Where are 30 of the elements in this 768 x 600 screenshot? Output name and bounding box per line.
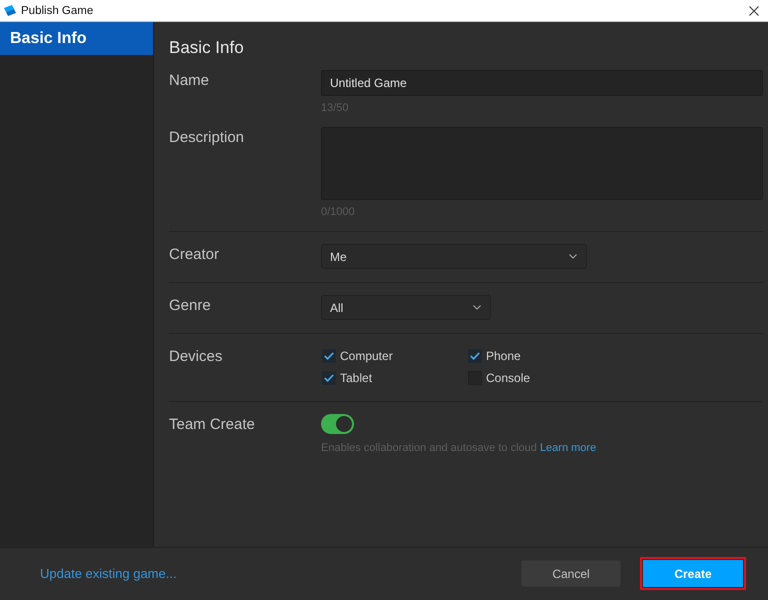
- chevron-icon: [473, 305, 481, 310]
- update-existing-game-link[interactable]: Update existing game...: [40, 566, 177, 581]
- text-field[interactable]: Untitled Game: [321, 70, 763, 96]
- checkbox-label[interactable]: Phone: [486, 349, 521, 363]
- window-title: Publish Game: [21, 4, 94, 16]
- field-label: Team Create: [169, 415, 255, 435]
- close-icon[interactable]: [749, 6, 759, 16]
- checkbox-label[interactable]: Tablet: [340, 371, 372, 385]
- checkbox-label[interactable]: Computer: [340, 349, 393, 363]
- field-label: Name: [169, 71, 210, 91]
- dropdown-field[interactable]: All: [321, 295, 491, 320]
- dropdown-field[interactable]: Me: [321, 244, 587, 269]
- checkmark-icon: [324, 374, 334, 382]
- checkbox[interactable]: [468, 349, 482, 363]
- field-label: Genre: [169, 296, 211, 316]
- learn-more-link[interactable]: Learn more: [540, 442, 596, 454]
- cancel-button[interactable]: Cancel: [521, 560, 621, 587]
- toggle-switch[interactable]: [321, 414, 354, 434]
- sidebar-item[interactable]: Basic Info: [0, 22, 153, 55]
- chevron-icon: [569, 254, 577, 259]
- checkbox[interactable]: [322, 371, 336, 385]
- field-label: Description: [169, 128, 244, 148]
- checkbox[interactable]: [322, 349, 336, 363]
- field-label: Devices: [169, 347, 222, 367]
- checkmark-icon: [324, 352, 334, 360]
- checkmark-icon: [470, 352, 480, 360]
- checkbox-label[interactable]: Console: [486, 371, 530, 385]
- field-label: Creator: [169, 245, 220, 265]
- section-heading: Basic Info: [169, 37, 245, 59]
- app-icon: [4, 4, 16, 16]
